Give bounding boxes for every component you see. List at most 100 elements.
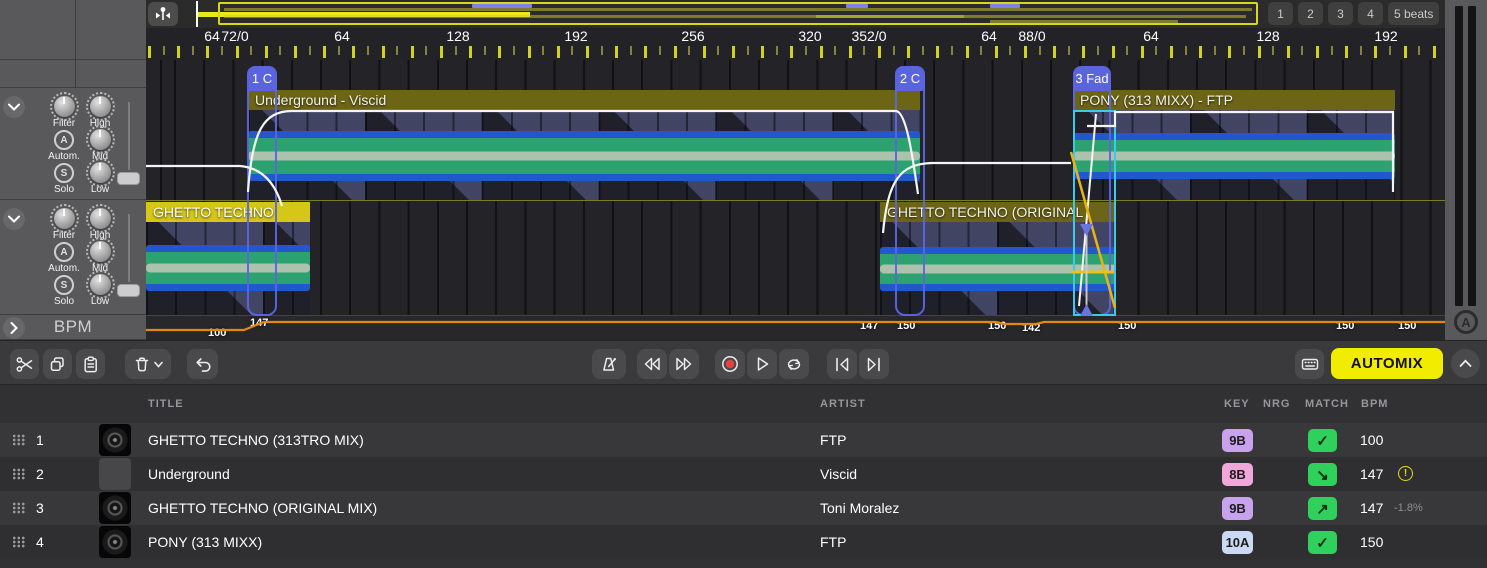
undo-button[interactable] [187,349,218,379]
track-bpm: 147 [1360,457,1383,491]
ruler-tick [236,46,239,58]
deck1-solo-button[interactable]: S [54,163,74,183]
cut-button[interactable] [10,349,39,379]
match-check-icon: ✓ [1308,429,1337,452]
scissors-icon [15,355,34,374]
match-tempo-up-icon: ↗ [1308,497,1337,520]
bpm-automation-lane[interactable]: 100 147 147 150 150 142 150 150 150 [146,315,1445,340]
column-header-title[interactable]: TITLE [148,398,184,410]
metronome-button[interactable] [592,349,626,379]
waveform [1073,133,1395,179]
deck1-collapse-button[interactable] [3,96,25,118]
deck2-solo-button[interactable]: S [54,275,74,295]
minimap-overview[interactable] [146,0,1445,28]
deck1-high-knob[interactable] [90,96,111,117]
clip-underground[interactable]: Underground - Viscid [248,90,920,200]
sidebar-empty-row [0,0,146,60]
deck2-automation-button[interactable]: A [54,242,74,262]
ruler-tick [1345,46,1348,58]
ruler-tick [1258,46,1261,58]
ruler-tick [601,46,603,55]
ruler-tick [1301,46,1303,55]
deck2-high-knob[interactable] [90,208,111,229]
deck1-low-knob[interactable] [90,162,111,183]
drag-handle[interactable] [12,434,25,446]
cue-marker-2[interactable]: 2 C [895,66,925,316]
track-row-3[interactable]: 3 GHETTO TECHNO (ORIGINAL MIX) Toni Mora… [0,491,1487,525]
deck2-collapse-button[interactable] [3,208,25,230]
fast-forward-icon [674,356,694,372]
ruler-tick [367,46,369,55]
skip-start-icon [833,356,851,373]
follow-playhead-button[interactable] [148,2,178,26]
delete-button[interactable] [125,349,171,379]
track-artist: Viscid [820,457,857,491]
automix-button[interactable]: AUTOMIX [1331,348,1443,379]
track-row-1[interactable]: 1 GHETTO TECHNO (313TRO MIX) FTP 9B ✓ 10… [0,423,1487,457]
keyboard-icon [1300,355,1320,373]
record-button[interactable] [715,349,745,379]
beat-button-4[interactable]: 4 [1358,2,1383,25]
deck2-filter-knob[interactable] [54,208,75,229]
track-title: Underground [148,457,230,491]
ruler-tick [352,46,355,58]
ruler-tick [309,46,311,55]
beat-button-5beats[interactable]: 5 beats [1388,2,1439,25]
deck1-lane[interactable]: Underground - Viscid PONY (313 MIXX) - F… [146,60,1445,200]
deck1-filter-knob[interactable] [54,96,75,117]
ruler-tick [1433,46,1436,58]
beat-button-1[interactable]: 1 [1268,2,1293,25]
play-button[interactable] [747,349,777,379]
drag-handle[interactable] [12,536,25,548]
ruler-tick [1418,46,1420,55]
key-badge: 9B [1222,497,1253,520]
column-header-match[interactable]: MATCH [1305,398,1349,410]
bpm-value: 147 [860,320,878,332]
track-row-2[interactable]: 2 Underground Viscid 8B ↘ 147 ! [0,457,1487,491]
column-header-nrg[interactable]: NRG [1263,398,1290,410]
paste-button[interactable] [76,349,105,379]
deck1-automation-button[interactable]: A [54,130,74,150]
chevron-down-icon [9,105,19,110]
deck2-fader-thumb[interactable] [117,284,140,297]
rewind-button[interactable] [637,349,667,379]
deck2-low-knob[interactable] [90,274,111,295]
clip-ghetto-techno[interactable]: GHETTO TECHNO [146,202,310,315]
clip-pony[interactable]: PONY (313 MIXX) - FTP [1073,90,1395,200]
beat-button-2[interactable]: 2 [1298,2,1323,25]
transition-selection-box[interactable] [1073,110,1116,316]
deck1-mid-knob[interactable] [90,129,111,150]
deck1-fader-thumb[interactable] [117,172,140,185]
skip-to-start-button[interactable] [827,349,857,379]
album-art [99,526,131,558]
cue-marker-1[interactable]: 1 C [247,66,277,316]
deck2-mid-knob[interactable] [90,241,111,262]
album-art [99,458,131,490]
collapse-panel-button[interactable] [1451,349,1480,378]
column-header-artist[interactable]: ARTIST [820,398,866,410]
album-art [99,424,131,456]
arrangement-timeline[interactable]: 1 2 3 4 5 beats 64 72/0 64 128 192 256 3… [146,0,1445,340]
deck2-lane[interactable]: GHETTO TECHNO GHETTO TECHNO (ORIGINAL [146,200,1445,315]
keyboard-shortcuts-button[interactable] [1295,349,1324,379]
fast-forward-button[interactable] [669,349,699,379]
ruler-tick [790,46,793,58]
minimap-track-bar [816,15,1246,18]
ruler-label: 128 [446,28,469,44]
chevron-down-icon [9,217,19,222]
beat-button-3[interactable]: 3 [1328,2,1353,25]
track-row-4[interactable]: 4 PONY (313 MIXX) FTP 10A ✓ 150 [0,525,1487,559]
match-tempo-down-icon: ↘ [1308,463,1337,486]
beat-ruler[interactable]: 64 72/0 64 128 192 256 320 352/0 64 88/0… [146,28,1445,46]
ruler-tick [644,46,647,58]
drag-handle[interactable] [12,468,25,480]
loop-button[interactable] [779,349,809,379]
copy-button[interactable] [43,349,72,379]
ruler-tick [206,46,209,58]
skip-to-end-button[interactable] [859,349,889,379]
column-header-bpm[interactable]: BPM [1361,398,1388,410]
column-header-key[interactable]: KEY [1224,398,1250,410]
ruler-tick [1287,46,1290,58]
ruler-label: 320 [798,28,821,44]
drag-handle[interactable] [12,502,25,514]
